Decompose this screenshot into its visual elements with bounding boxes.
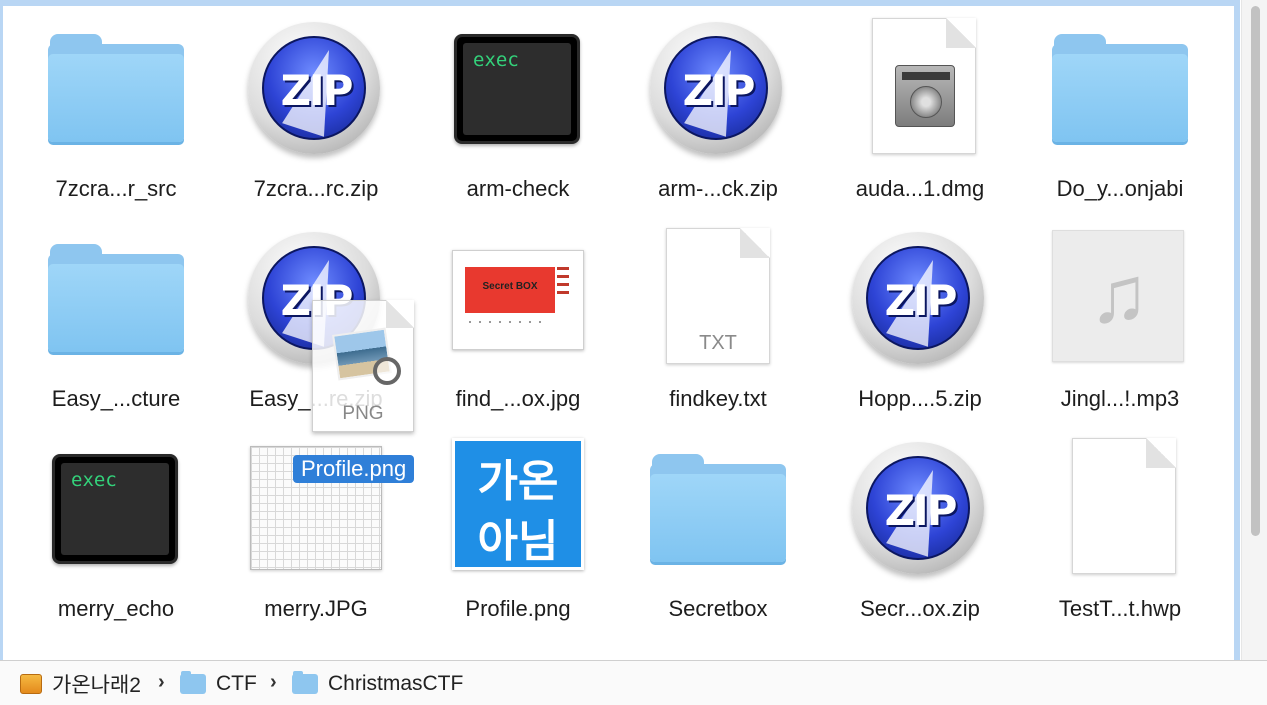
path-item-label: 가온나래2 <box>52 674 141 697</box>
secret-box-text: Secret BOX <box>482 281 538 292</box>
path-bar: 가온나래2 › CTF › ChristmasCTF <box>0 660 1267 705</box>
folder-icon <box>40 228 190 368</box>
file-label: merry_echo <box>57 596 175 621</box>
chevron-right-icon: › <box>270 671 277 693</box>
file-grid: 7zcra...r_src ZIP 7zcra...rc.zip exec ar… <box>0 0 1234 658</box>
file-item[interactable]: ZIP Secr...ox.zip <box>804 420 1004 630</box>
folder-icon <box>40 18 190 158</box>
text-file-icon: TXT <box>642 228 792 368</box>
folder-icon <box>292 671 318 694</box>
zip-icon: ZIP <box>642 18 792 158</box>
disk-image-icon <box>844 18 994 158</box>
file-item[interactable]: auda...1.dmg <box>804 0 1004 210</box>
file-item[interactable]: Secretbox <box>602 420 802 630</box>
file-label: findkey.txt <box>669 386 767 411</box>
file-item[interactable]: 7zcra...r_src <box>0 0 200 210</box>
file-label: Secr...ox.zip <box>860 596 980 621</box>
image-thumbnail-icon: 가온 아님 <box>442 438 592 578</box>
zip-icon: ZIP <box>844 228 994 368</box>
file-label: Profile.png <box>465 596 571 621</box>
dragged-file-label: Profile.png <box>293 455 415 483</box>
file-label: 7zcra...r_src <box>55 176 177 201</box>
file-item[interactable]: TXT findkey.txt <box>602 210 802 420</box>
chevron-right-icon: › <box>158 671 165 693</box>
dragged-png-icon[interactable]: PNG <box>312 300 414 432</box>
image-thumbnail-icon: Secret BOX <box>442 228 592 368</box>
exec-text: exec <box>473 49 519 71</box>
folder-icon <box>1044 18 1194 158</box>
path-item-christmasctf[interactable]: ChristmasCTF <box>292 671 463 697</box>
file-label: Secretbox <box>668 596 768 621</box>
txt-tag: TXT <box>699 332 737 354</box>
file-item[interactable]: 가온 아님 Profile.png <box>402 420 602 630</box>
focus-ring-right <box>1234 0 1240 660</box>
file-label: Do_y...onjabi <box>1056 176 1184 201</box>
drive-icon <box>20 674 42 694</box>
file-label: auda...1.dmg <box>855 176 985 201</box>
path-item-label: CTF <box>216 672 257 695</box>
exec-text: exec <box>71 469 117 491</box>
zip-text: ZIP <box>280 66 354 115</box>
file-item[interactable]: Secret BOX find_...ox.jpg <box>402 210 602 420</box>
png-tag: PNG <box>342 403 384 424</box>
file-label: Hopp....5.zip <box>858 386 982 411</box>
file-label: Jingl...!.mp3 <box>1060 386 1180 411</box>
folder-icon <box>642 438 792 578</box>
path-item-ctf[interactable]: CTF <box>180 671 257 697</box>
file-item[interactable]: ZIP 7zcra...rc.zip <box>200 0 400 210</box>
focus-ring-left <box>0 0 3 660</box>
file-item[interactable]: exec arm-check <box>402 0 602 210</box>
file-item[interactable]: Do_y...onjabi <box>1004 0 1204 210</box>
file-item[interactable]: merry.JPG <box>200 420 400 630</box>
scrollbar-thumb[interactable] <box>1251 6 1260 536</box>
file-item[interactable]: ZIP Hopp....5.zip <box>804 210 1004 420</box>
file-label: TestT...t.hwp <box>1058 596 1182 621</box>
file-label: 7zcra...rc.zip <box>253 176 379 201</box>
zip-icon: ZIP <box>844 438 994 578</box>
file-label: merry.JPG <box>264 596 368 621</box>
zip-text: ZIP <box>884 486 958 535</box>
file-item[interactable]: TestT...t.hwp <box>1004 420 1204 630</box>
music-file-icon: ♫ <box>1044 228 1194 368</box>
zip-icon: ZIP <box>240 18 390 158</box>
vertical-scrollbar[interactable] <box>1241 0 1267 660</box>
focus-ring-top <box>0 0 1240 6</box>
folder-icon <box>180 671 206 694</box>
zip-text: ZIP <box>884 276 958 325</box>
file-item[interactable]: exec merry_echo <box>0 420 200 630</box>
file-label: arm-check <box>466 176 570 201</box>
path-item-drive[interactable]: 가온나래2 <box>20 671 141 697</box>
file-item[interactable]: Easy_...cture <box>0 210 200 420</box>
file-item[interactable]: ♫ Jingl...!.mp3 <box>1004 210 1204 420</box>
terminal-exec-icon: exec <box>442 18 592 158</box>
path-item-label: ChristmasCTF <box>328 672 464 695</box>
terminal-exec-icon: exec <box>40 438 190 578</box>
file-label: arm-...ck.zip <box>658 176 778 201</box>
profile-text-line2: 아님 <box>477 516 559 567</box>
document-icon <box>1044 438 1194 578</box>
file-label: find_...ox.jpg <box>455 386 581 411</box>
zip-text: ZIP <box>682 66 756 115</box>
profile-text-line1: 가온 <box>477 456 559 507</box>
file-label: Easy_...cture <box>51 386 181 411</box>
file-item[interactable]: ZIP arm-...ck.zip <box>602 0 802 210</box>
finder-window: 7zcra...r_src ZIP 7zcra...rc.zip exec ar… <box>0 0 1267 705</box>
